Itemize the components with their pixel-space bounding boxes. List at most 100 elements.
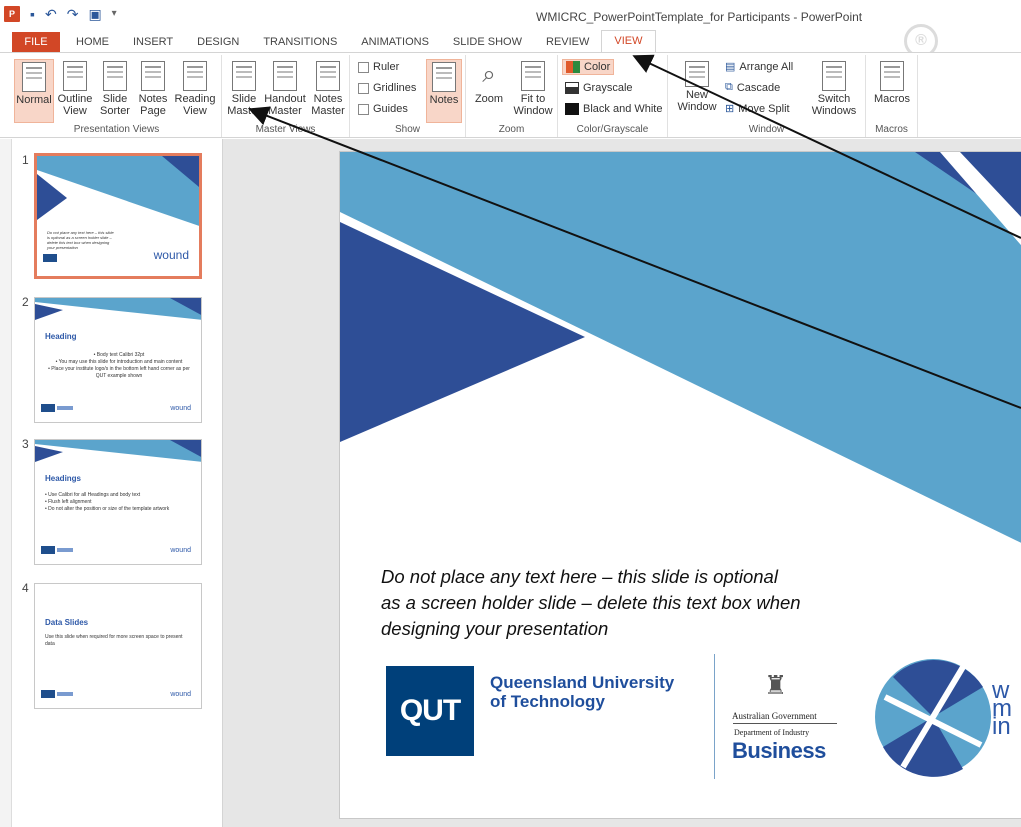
tab-insert[interactable]: INSERT	[121, 32, 185, 52]
tab-design[interactable]: DESIGN	[185, 32, 251, 52]
slide-thumbnail-2[interactable]: Heading • Body text Calibri 32pt • You m…	[34, 297, 202, 423]
powerpoint-window: P ▪ ↶ ↷ ▣ ▾ WMICRC_PowerPointTemplate_fo…	[0, 0, 1021, 827]
window-title: WMICRC_PowerPointTemplate_for Participan…	[536, 10, 863, 24]
notes-toggle-button[interactable]: Notes	[426, 59, 462, 123]
cascade-label: Cascade	[736, 81, 781, 94]
slide-sorter-button[interactable]: Slide Sorter	[98, 59, 132, 117]
arrange-all-button[interactable]: ▤ Arrange All	[722, 59, 796, 74]
handout-master-button[interactable]: Handout Master	[264, 59, 306, 117]
move-split-button[interactable]: ⊞ Move Split	[722, 101, 793, 116]
tab-transitions[interactable]: TRANSITIONS	[251, 32, 349, 52]
current-slide[interactable]: Do not place any text here – this slide …	[339, 151, 1021, 819]
redo-icon[interactable]: ↷	[67, 7, 79, 21]
tab-review[interactable]: REVIEW	[534, 32, 601, 52]
tab-view[interactable]: VIEW	[601, 30, 656, 52]
powerpoint-app-icon[interactable]: P	[4, 6, 20, 22]
reading-label: Reading View	[174, 93, 216, 117]
show-group: Ruler Gridlines Guides Notes Show	[350, 55, 466, 137]
thumb-qut-logo	[41, 546, 55, 554]
cascade-button[interactable]: ⧉ Cascade	[722, 80, 783, 95]
notes-master-button[interactable]: Notes Master	[310, 59, 346, 117]
macros-group-label: Macros	[875, 124, 908, 135]
wound-logo-icon	[875, 659, 991, 777]
macros-label: Macros	[873, 93, 911, 105]
new-window-label: New Window	[677, 89, 717, 113]
wound-text: w m in	[992, 677, 1012, 740]
grayscale-button[interactable]: Grayscale	[562, 81, 636, 95]
gov-line-1: Australian Government	[732, 711, 817, 721]
fit-window-icon	[521, 61, 545, 91]
slide-master-label: Slide Master	[227, 93, 261, 117]
customize-icon[interactable]: ▾	[112, 7, 117, 21]
slide-master-button[interactable]: Slide Master	[226, 59, 262, 117]
thumb-qut-text	[57, 692, 73, 696]
slide-note-textbox[interactable]: Do not place any text here – this slide …	[381, 564, 801, 642]
ruler-label: Ruler	[373, 61, 400, 73]
slide-number: 2	[22, 295, 29, 309]
move-split-icon: ⊞	[725, 103, 735, 115]
normal-view-button[interactable]: Normal	[14, 59, 54, 123]
color-button[interactable]: Color	[562, 59, 615, 75]
zoom-button[interactable]: ⌕ Zoom	[470, 59, 508, 105]
master-views-label: Master Views	[255, 124, 316, 135]
gov-business: Business	[732, 738, 826, 763]
handout-master-label: Handout Master	[264, 93, 306, 117]
notes-page-button[interactable]: Notes Page	[136, 59, 170, 117]
outline-view-icon	[63, 61, 87, 91]
ribbon-tabs: FILE HOME INSERT DESIGN TRANSITIONS ANIM…	[0, 30, 1021, 52]
slide-thumbnail-3[interactable]: Headings • Use Calibri for all Headings …	[34, 439, 202, 565]
normal-view-icon	[22, 62, 46, 92]
slide-thumbnail-4[interactable]: Data Slides Use this slide when required…	[34, 583, 202, 709]
tab-file[interactable]: FILE	[12, 32, 60, 52]
switch-windows-button[interactable]: Switch Windows	[808, 59, 860, 117]
tab-home[interactable]: HOME	[60, 32, 121, 52]
switch-windows-label: Switch Windows	[811, 93, 857, 117]
thumb-qut-logo	[43, 254, 57, 262]
outline-view-button[interactable]: Outline View	[56, 59, 94, 117]
reading-view-button[interactable]: Reading View	[174, 59, 216, 117]
thumb-qut-logo	[41, 690, 55, 698]
present-icon[interactable]: ▣	[88, 7, 101, 21]
black-white-button[interactable]: Black and White	[562, 102, 665, 116]
black-white-icon	[565, 103, 579, 115]
thumb-qut-text	[57, 548, 73, 552]
macros-button[interactable]: Macros	[872, 59, 912, 105]
arrange-all-label: Arrange All	[739, 60, 794, 73]
slide-editing-area[interactable]: Do not place any text here – this slide …	[223, 139, 1021, 827]
new-window-button[interactable]: New Window	[674, 59, 720, 113]
notes-page-label: Notes Page	[138, 93, 168, 117]
ribbon: Normal Outline View Slide Sorter Notes P…	[0, 52, 1021, 138]
slide-thumbnail-1[interactable]: Do not place any text here – this slide …	[34, 153, 202, 279]
ruler-checkbox[interactable]: Ruler	[358, 61, 399, 73]
slide-sorter-icon	[103, 61, 127, 91]
normal-label: Normal	[16, 94, 52, 106]
gov-rule	[733, 723, 837, 724]
notes-master-label: Notes Master	[311, 93, 345, 117]
thumb-body: • Body text Calibri 32pt • You may use t…	[48, 352, 190, 379]
macros-icon	[880, 61, 904, 91]
zoom-group-label: Zoom	[498, 124, 525, 135]
sorter-label: Slide Sorter	[100, 93, 130, 117]
thumb-note: Do not place any text here – this slide …	[47, 230, 114, 250]
cascade-icon: ⧉	[725, 81, 733, 93]
save-icon[interactable]: ▪	[30, 7, 35, 21]
tab-slide-show[interactable]: SLIDE SHOW	[441, 32, 534, 52]
guides-checkbox[interactable]: Guides	[358, 103, 408, 115]
color-grayscale-group: Color Grayscale Black and White Color/Gr…	[558, 55, 668, 137]
slide-number: 1	[22, 153, 29, 167]
gridlines-label: Gridlines	[373, 82, 417, 94]
slide-thumbnails-panel[interactable]: 1 Do not place any text here – this slid…	[12, 139, 223, 827]
color-icon	[566, 61, 580, 73]
thumb-body: • Use Calibri for all Headings and body …	[45, 492, 170, 512]
ruler-checkbox-box	[358, 61, 369, 73]
notes-icon	[432, 62, 456, 92]
quick-access-toolbar: P ▪ ↶ ↷ ▣ ▾	[4, 6, 117, 22]
undo-icon[interactable]: ↶	[45, 7, 57, 21]
bw-label: Black and White	[583, 103, 663, 115]
gridlines-checkbox[interactable]: Gridlines	[358, 82, 416, 94]
zoom-label: Zoom	[474, 93, 504, 105]
thumb-wound-logo: wound	[170, 405, 191, 412]
presentation-views-label: Presentation Views	[73, 124, 160, 135]
tab-animations[interactable]: ANIMATIONS	[349, 32, 441, 52]
fit-to-window-button[interactable]: Fit to Window	[512, 59, 554, 117]
